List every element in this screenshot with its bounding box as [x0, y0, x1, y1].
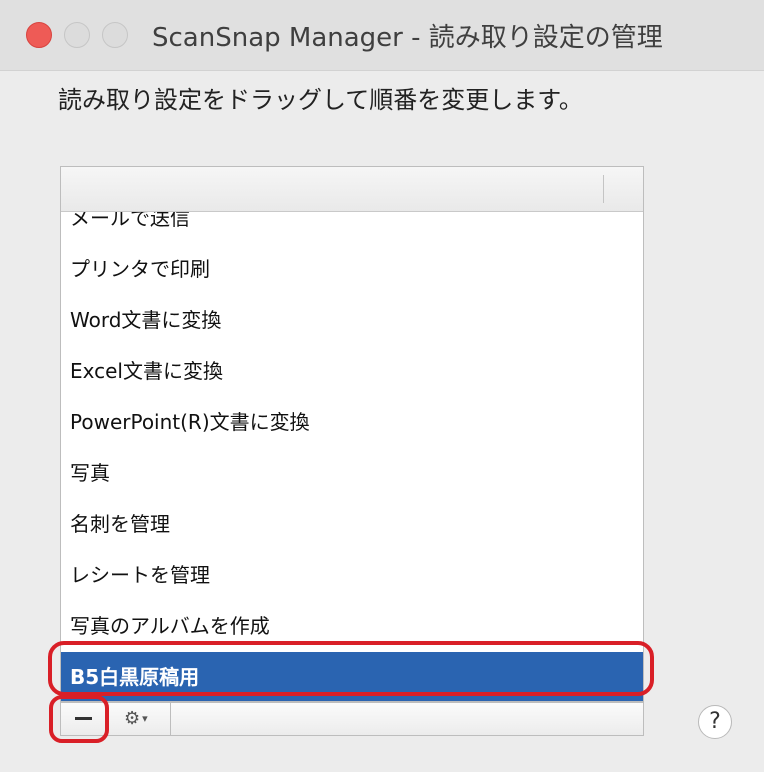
- profile-row-print[interactable]: プリンタで印刷: [61, 244, 643, 295]
- chevron-down-icon: ▾: [142, 712, 148, 725]
- manage-profiles-window: ScanSnap Manager - 読み取り設定の管理 読み取り設定をドラッグ…: [0, 0, 764, 772]
- profile-list[interactable]: メールで送信 プリンタで印刷 Word文書に変換 Excel文書に変換 Powe…: [60, 166, 644, 702]
- close-window-button[interactable]: [26, 22, 52, 48]
- profile-row-business-card[interactable]: 名刺を管理: [61, 499, 643, 550]
- profile-row-excel[interactable]: Excel文書に変換: [61, 346, 643, 397]
- profile-row-word[interactable]: Word文書に変換: [61, 295, 643, 346]
- profile-row-photo-album[interactable]: 写真のアルバムを作成: [61, 601, 643, 652]
- profile-row-photo[interactable]: 写真: [61, 448, 643, 499]
- gear-icon: ⚙: [124, 708, 141, 729]
- zoom-window-button[interactable]: [102, 22, 128, 48]
- header-divider: [603, 175, 604, 203]
- profile-row-powerpoint[interactable]: PowerPoint(R)文書に変換: [61, 397, 643, 448]
- action-menu-button[interactable]: ⚙ ▾: [117, 703, 171, 735]
- profile-rows: メールで送信 プリンタで印刷 Word文書に変換 Excel文書に変換 Powe…: [61, 193, 643, 701]
- instruction-text: 読み取り設定をドラッグして順番を変更します。: [58, 86, 583, 114]
- list-toolbar: ⚙ ▾: [60, 702, 644, 736]
- remove-profile-button[interactable]: [61, 703, 107, 735]
- profile-row-receipt[interactable]: レシートを管理: [61, 550, 643, 601]
- minimize-window-button[interactable]: [64, 22, 90, 48]
- window-title: ScanSnap Manager - 読み取り設定の管理: [152, 23, 663, 53]
- list-header: [61, 167, 643, 212]
- profile-row-selected[interactable]: B5白黒原稿用: [61, 652, 643, 701]
- help-button[interactable]: ?: [698, 705, 732, 739]
- title-bar: ScanSnap Manager - 読み取り設定の管理: [0, 0, 764, 71]
- minus-icon: [75, 717, 92, 720]
